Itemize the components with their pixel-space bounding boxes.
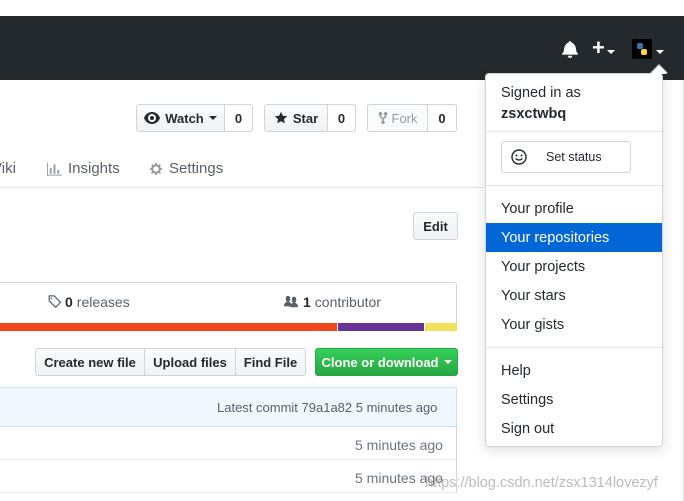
menu-item-your-stars[interactable]: Your stars [486,281,662,310]
fork-label: Fork [391,110,418,126]
menu-item-sign-out[interactable]: Sign out [486,414,662,443]
edit-description-button[interactable]: Edit [413,212,458,240]
dropdown-arrow-fill [651,66,667,74]
eye-icon [144,112,161,124]
create-new-file-button[interactable]: Create new file [35,348,145,376]
dropdown-divider [486,185,662,186]
top-strip [0,0,684,16]
watermark-text: https://blog.csdn.net/zsx1314lovezyf [425,475,658,491]
graph-icon [47,161,62,176]
menu-item-your-projects[interactable]: Your projects [486,252,662,281]
tab-wiki[interactable]: Viki [0,160,16,177]
releases-count: 0 [65,294,73,310]
watch-label: Watch [165,110,204,126]
plus-icon[interactable]: + [592,37,605,59]
menu-item-your-profile[interactable]: Your profile [486,194,662,223]
tag-icon [48,295,61,309]
star-count[interactable]: 0 [328,104,356,132]
tab-settings[interactable]: Settings [149,160,223,177]
releases-label: releases [76,294,130,310]
tab-settings-label: Settings [169,160,224,177]
menu-item-settings[interactable]: Settings [486,385,662,414]
dropdown-divider [486,347,662,348]
tab-insights[interactable]: Insights [47,160,120,177]
bell-icon[interactable] [561,40,579,58]
row-age: 5 minutes ago [355,437,443,453]
people-icon [284,295,298,308]
gear-icon [149,162,163,175]
star-label: Star [292,110,319,126]
fork-button[interactable]: Fork [367,104,428,132]
set-status-button[interactable]: Set status [501,141,631,173]
menu-item-your-gists[interactable]: Your gists [486,310,662,339]
clone-label: Clone or download [321,354,439,370]
star-button[interactable]: Star [264,104,328,132]
fork-icon [378,111,387,125]
avatar-caret-icon[interactable] [656,43,664,61]
releases-link[interactable]: 0 releases [47,294,130,310]
contributors-label: contributor [314,294,381,310]
star-icon [274,111,287,124]
contributors-link[interactable]: 1 contributor [283,294,381,310]
python-avatar-icon[interactable] [632,39,652,59]
clone-caret-icon [443,360,452,364]
contributors-count: 1 [303,294,311,310]
menu-item-your-repositories[interactable]: Your repositories [486,223,662,252]
watch-caret-icon [208,116,217,120]
menu-item-help[interactable]: Help [486,356,662,385]
watch-count[interactable]: 0 [225,104,253,132]
dropdown-divider [486,131,662,132]
language-bar-segment[interactable] [425,323,457,331]
username: zsxctwbq [501,106,567,122]
smiley-icon [511,149,527,165]
language-bar-segment[interactable] [0,323,337,331]
signed-in-label: Signed in as [501,85,581,101]
upload-files-button[interactable]: Upload files [144,348,236,376]
tabs-divider [0,187,484,188]
plus-caret-icon[interactable] [607,43,615,61]
watch-button[interactable]: Watch [136,104,225,132]
fork-count[interactable]: 0 [428,104,457,132]
latest-commit-text[interactable]: Latest commit 79a1a82 5 minutes ago [217,400,437,415]
language-bar-segment[interactable] [338,323,424,331]
tab-wiki-label: Viki [0,160,16,177]
tab-insights-label: Insights [68,160,120,177]
find-file-button[interactable]: Find File [235,348,306,376]
set-status-label: Set status [546,150,602,164]
global-header [0,16,684,80]
clone-or-download-button[interactable]: Clone or download [315,348,458,376]
